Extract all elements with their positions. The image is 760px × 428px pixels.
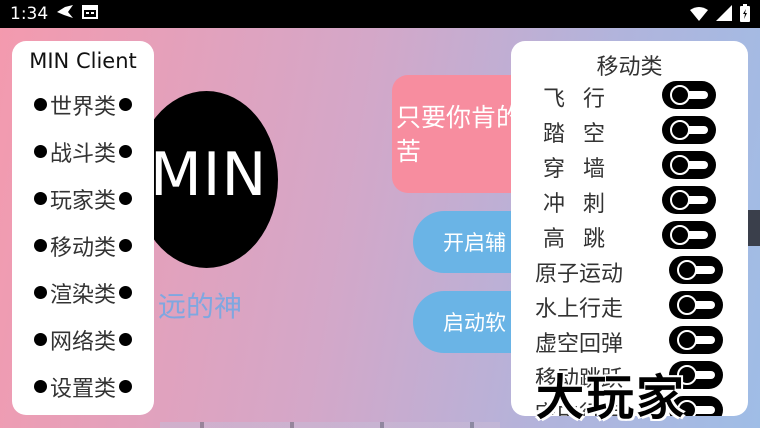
movement-row-noclip: 穿墙 xyxy=(511,149,748,184)
movement-label: 穿墙 xyxy=(543,157,624,182)
bullet-icon xyxy=(33,239,47,252)
menu-item-label: 移动类 xyxy=(49,235,116,261)
movement-label: 原子运动 xyxy=(535,262,624,287)
movement-label: 高跳 xyxy=(543,227,624,252)
bullet-icon xyxy=(119,239,132,252)
menu-item-label: 网络类 xyxy=(49,329,116,355)
bullet-icon xyxy=(119,98,132,111)
movement-row-highjump: 高跳 xyxy=(511,219,748,254)
menu-item-combat[interactable]: 战斗类 xyxy=(12,128,154,175)
left-menu-panel: MIN Client 世界类 战斗类 玩家类 移动类 渲染类 网络类 设置类 xyxy=(12,41,154,415)
bullet-icon xyxy=(119,286,132,299)
bird-app-icon xyxy=(56,4,74,25)
movement-label: 冲刺 xyxy=(543,192,624,217)
movement-row-voidbounce: 虚空回弹 xyxy=(511,324,748,359)
wifi-icon xyxy=(690,6,708,26)
bullet-icon xyxy=(33,98,47,111)
menu-item-label: 战斗类 xyxy=(49,141,116,167)
bullet-icon xyxy=(33,286,47,299)
movement-row-airwalk: 踏空 xyxy=(511,114,748,149)
status-time: 1:34 xyxy=(10,4,49,24)
subtitle-text: 远的神 xyxy=(158,290,243,323)
menu-item-movement[interactable]: 移动类 xyxy=(12,222,154,269)
sprint-toggle[interactable] xyxy=(662,186,716,214)
highjump-toggle[interactable] xyxy=(662,221,716,249)
movement-label: 踏空 xyxy=(543,122,624,147)
menu-item-label: 世界类 xyxy=(49,94,116,120)
bullet-icon xyxy=(33,380,47,393)
client-title: MIN Client xyxy=(29,49,137,73)
bullet-icon xyxy=(33,145,47,158)
voidbounce-toggle[interactable] xyxy=(669,326,723,354)
movement-label: 水上行走 xyxy=(535,297,624,322)
menu-item-label: 玩家类 xyxy=(49,188,116,214)
menu-item-player[interactable]: 玩家类 xyxy=(12,175,154,222)
signal-icon xyxy=(716,5,732,26)
movement-label: 飞行 xyxy=(543,87,624,112)
watermark-text: 大玩家 xyxy=(536,370,687,426)
menu-item-label: 设置类 xyxy=(49,376,116,402)
bullet-icon xyxy=(33,192,47,205)
movement-row-atomic: 原子运动 xyxy=(511,254,748,289)
noclip-toggle[interactable] xyxy=(662,151,716,179)
bullet-icon xyxy=(119,192,132,205)
movement-row-fly: 飞行 xyxy=(511,79,748,114)
airwalk-toggle[interactable] xyxy=(662,116,716,144)
menu-item-settings[interactable]: 设置类 xyxy=(12,363,154,410)
movement-panel-title: 移动类 xyxy=(596,55,663,80)
bullet-icon xyxy=(119,333,132,346)
bottom-strip xyxy=(160,422,500,428)
menu-item-network[interactable]: 网络类 xyxy=(12,316,154,363)
movement-row-waterwalk: 水上行走 xyxy=(511,289,748,324)
menu-item-world[interactable]: 世界类 xyxy=(12,81,154,128)
battery-icon xyxy=(740,4,750,27)
status-bar: 1:34 xyxy=(0,0,760,28)
menu-item-render[interactable]: 渲染类 xyxy=(12,269,154,316)
atomic-toggle[interactable] xyxy=(669,256,723,284)
bullet-icon xyxy=(119,380,132,393)
bullet-icon xyxy=(119,145,132,158)
movement-row-sprint: 冲刺 xyxy=(511,184,748,219)
movement-label: 虚空回弹 xyxy=(535,332,624,357)
menu-item-label: 渲染类 xyxy=(49,282,116,308)
logo-text: MIN xyxy=(150,140,268,210)
bullet-icon xyxy=(33,333,47,346)
calendar-icon xyxy=(82,4,99,24)
fly-toggle[interactable] xyxy=(662,81,716,109)
waterwalk-toggle[interactable] xyxy=(669,291,723,319)
